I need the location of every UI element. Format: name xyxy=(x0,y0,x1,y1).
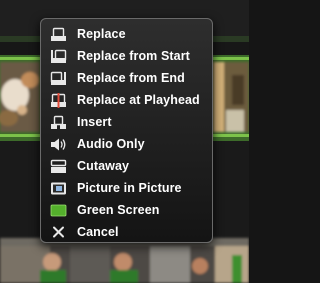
insert-icon xyxy=(51,115,66,129)
menu-item-label: Audio Only xyxy=(77,137,145,151)
menu-item-label: Insert xyxy=(77,115,112,129)
menu-item-label: Green Screen xyxy=(77,203,160,217)
cutaway-icon xyxy=(50,159,67,173)
menu-item-replace[interactable]: Replace xyxy=(41,23,212,45)
menu-item-replace-at-playhead[interactable]: Replace at Playhead xyxy=(41,89,212,111)
speaker-icon xyxy=(51,138,66,150)
cancel-icon xyxy=(53,226,64,237)
green-screen-icon xyxy=(50,204,67,216)
menu-item-cancel[interactable]: Cancel xyxy=(41,221,212,243)
menu-item-audio-only[interactable]: Audio Only xyxy=(41,133,212,155)
menu-item-picture-in-picture[interactable]: Picture in Picture xyxy=(41,177,212,199)
drop-action-menu: Replace Replace from Start Replace from … xyxy=(40,18,213,243)
replace-from-end-icon xyxy=(50,71,66,85)
menu-item-label: Cancel xyxy=(77,225,119,239)
clip-row-lower[interactable] xyxy=(0,238,249,283)
menu-item-cutaway[interactable]: Cutaway xyxy=(41,155,212,177)
menu-item-insert[interactable]: Insert xyxy=(41,111,212,133)
menu-item-replace-from-start[interactable]: Replace from Start xyxy=(41,45,212,67)
menu-item-label: Replace from End xyxy=(77,71,185,85)
menu-item-label: Picture in Picture xyxy=(77,181,182,195)
replace-from-start-icon xyxy=(51,49,67,63)
menu-item-label: Replace from Start xyxy=(77,49,190,63)
menu-item-label: Replace at Playhead xyxy=(77,93,200,107)
menu-item-green-screen[interactable]: Green Screen xyxy=(41,199,212,221)
menu-item-replace-from-end[interactable]: Replace from End xyxy=(41,67,212,89)
replace-icon xyxy=(51,27,66,41)
menu-item-label: Cutaway xyxy=(77,159,130,173)
replace-at-playhead-icon xyxy=(51,92,66,108)
picture-in-picture-icon xyxy=(51,182,66,194)
menu-item-label: Replace xyxy=(77,27,126,41)
